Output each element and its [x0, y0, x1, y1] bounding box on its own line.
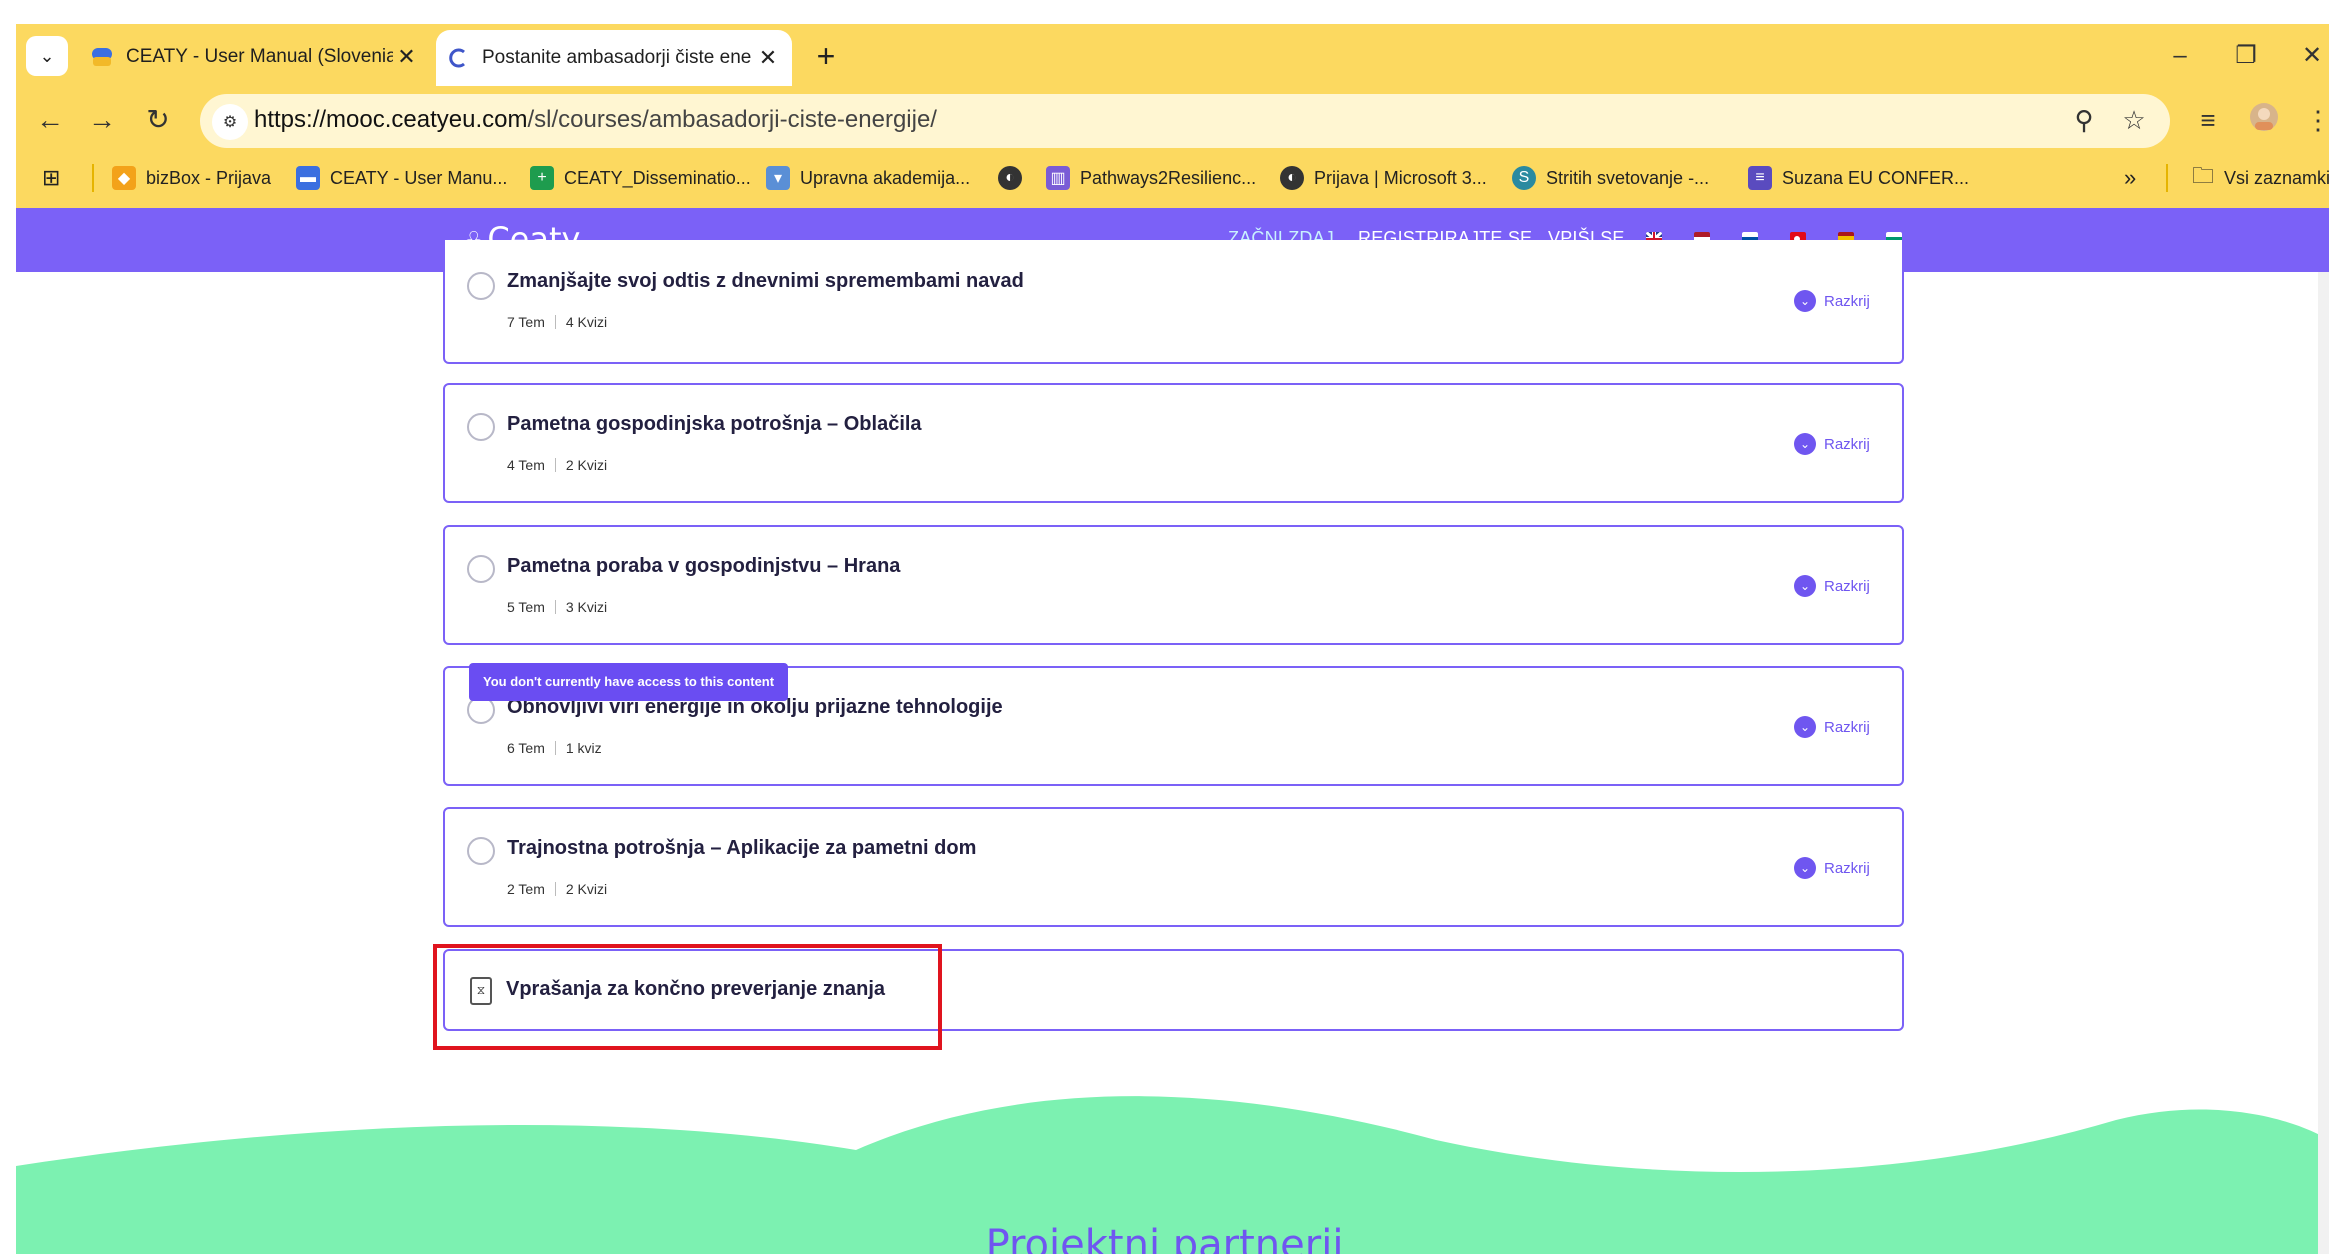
module-meta: 5 Tem 3 Kvizi	[507, 599, 608, 615]
site-info-icon[interactable]: ⚙	[212, 104, 248, 140]
tab-search-chevron-icon[interactable]: ⌄	[26, 36, 68, 76]
bookmark-upravna-akademija[interactable]: ▾ Upravna akademija...	[766, 164, 970, 192]
bookmark-bizbox[interactable]: ◆ bizBox - Prijava	[112, 164, 271, 192]
forms-icon: ≡	[1748, 166, 1772, 190]
module-row[interactable]: Trajnostna potrošnja – Aplikacije za pam…	[443, 807, 1904, 927]
browser-window: { "browser": { "tabs": [ {"title": "CEAT…	[0, 0, 2329, 1254]
forward-icon[interactable]: →	[82, 100, 122, 140]
module-row[interactable]: Pametna poraba v gospodinjstvu – Hrana 5…	[443, 525, 1904, 645]
tab-title: CEATY - User Manual (Slovenia)	[126, 46, 394, 67]
back-icon[interactable]: ←	[30, 100, 70, 140]
chevron-down-icon: ⌄	[1794, 716, 1816, 738]
bookmark-divider	[2166, 164, 2168, 192]
ceaty-favicon-icon	[90, 45, 114, 69]
module-title[interactable]: Pametna poraba v gospodinjstvu – Hrana	[507, 555, 900, 578]
module-title[interactable]: Trajnostna potrošnja – Aplikacije za pam…	[507, 837, 976, 860]
bookmark-ceaty-manual[interactable]: ▬ CEATY - User Manu...	[296, 164, 507, 192]
access-tooltip: You don't currently have access to this …	[469, 663, 789, 701]
folder-icon: 🗀	[2192, 163, 2215, 188]
avatar[interactable]	[2246, 102, 2282, 138]
cube-icon: ◆	[112, 166, 136, 190]
scrollbar[interactable]	[2318, 272, 2329, 1254]
chevron-down-icon: ⌄	[1794, 575, 1816, 597]
progress-circle-icon	[467, 413, 495, 441]
bookmark-divider	[92, 164, 94, 192]
expand-button[interactable]: ⌄ Razkrij	[1794, 433, 1870, 455]
expand-button[interactable]: ⌄ Razkrij	[1794, 716, 1870, 738]
reload-icon[interactable]: ↻	[138, 100, 178, 140]
module-meta: 4 Tem 2 Kvizi	[507, 457, 608, 473]
tab-ceaty-user-manual[interactable]: CEATY - User Manual (Slovenia) ✕	[80, 30, 430, 84]
bookmarks-folder[interactable]: 🗀 Vsi zaznamki	[2192, 163, 2329, 192]
expand-button[interactable]: ⌄ Razkrij	[1794, 290, 1870, 312]
chevron-down-icon: ⌄	[1794, 857, 1816, 879]
new-tab-button[interactable]: +	[808, 36, 844, 76]
restore-icon[interactable]: ❐	[2226, 36, 2266, 76]
close-window-icon[interactable]: ✕	[2292, 36, 2329, 76]
globe-icon: ◐	[1280, 166, 1304, 190]
module-meta: 2 Tem 2 Kvizi	[507, 881, 608, 897]
expand-button[interactable]: ⌄ Razkrij	[1794, 857, 1870, 879]
bookmarks-overflow-button[interactable]: »	[2124, 164, 2136, 192]
progress-circle-icon	[467, 555, 495, 583]
chevron-down-icon: ⌄	[1794, 290, 1816, 312]
module-title[interactable]: Zmanjšajte svoj odtis z dnevnimi spremem…	[507, 270, 1024, 293]
bookmark-microsoft[interactable]: ◐ Prijava | Microsoft 3...	[1280, 164, 1487, 192]
module-row[interactable]: Pametna gospodinjska potrošnja – Oblačil…	[443, 383, 1904, 503]
tab-postanite-ambasadorji[interactable]: Postanite ambasadorji čiste ene ✕	[436, 30, 792, 86]
progress-circle-icon	[467, 272, 495, 300]
bookmark-stritih[interactable]: S Stritih svetovanje -...	[1512, 164, 1709, 192]
progress-circle-icon	[467, 837, 495, 865]
expand-button[interactable]: ⌄ Razkrij	[1794, 575, 1870, 597]
tab-title: Postanite ambasadorji čiste ene	[482, 47, 752, 68]
sharepoint-icon: S	[1512, 166, 1536, 190]
url-text[interactable]: https://mooc.ceatyeu.com/sl/courses/amba…	[254, 106, 937, 134]
zoom-icon[interactable]: ⚲	[2066, 102, 2102, 138]
bookmark-pathways[interactable]: ▥ Pathways2Resilienc...	[1046, 164, 1256, 192]
bookmark-star-icon[interactable]: ☆	[2116, 102, 2152, 138]
shield-icon: ▾	[766, 166, 790, 190]
module-meta: 7 Tem 4 Kvizi	[507, 314, 608, 330]
tab-close-icon[interactable]: ✕	[393, 44, 420, 70]
sheets-icon: +	[530, 166, 554, 190]
footer-heading: Projektni partnerji	[985, 1222, 1344, 1254]
module-row[interactable]: Zmanjšajte svoj odtis z dnevnimi spremem…	[443, 240, 1904, 364]
module-title[interactable]: Pametna gospodinjska potrošnja – Oblačil…	[507, 413, 922, 436]
reading-list-icon[interactable]: ≡	[2190, 102, 2226, 138]
chevron-down-icon: ⌄	[1794, 433, 1816, 455]
c-favicon-icon	[446, 46, 470, 70]
bookmark-globe[interactable]: ◐	[998, 164, 1032, 192]
apps-grid-icon[interactable]: ⊞	[42, 164, 60, 192]
tab-close-icon[interactable]: ✕	[754, 45, 782, 71]
highlight-box	[433, 944, 942, 1050]
module-meta: 6 Tem 1 kviz	[507, 740, 602, 756]
globe-icon: ◐	[998, 166, 1022, 190]
trello-icon: ▥	[1046, 166, 1070, 190]
bookmark-suzana[interactable]: ≡ Suzana EU CONFER...	[1748, 164, 1969, 192]
minimize-icon[interactable]: –	[2160, 36, 2200, 76]
ceaty-favicon-icon: ▬	[296, 166, 320, 190]
bookmark-ceaty-dissemination[interactable]: + CEATY_Disseminatio...	[530, 164, 751, 192]
menu-kebab-icon[interactable]: ⋮	[2300, 102, 2329, 138]
